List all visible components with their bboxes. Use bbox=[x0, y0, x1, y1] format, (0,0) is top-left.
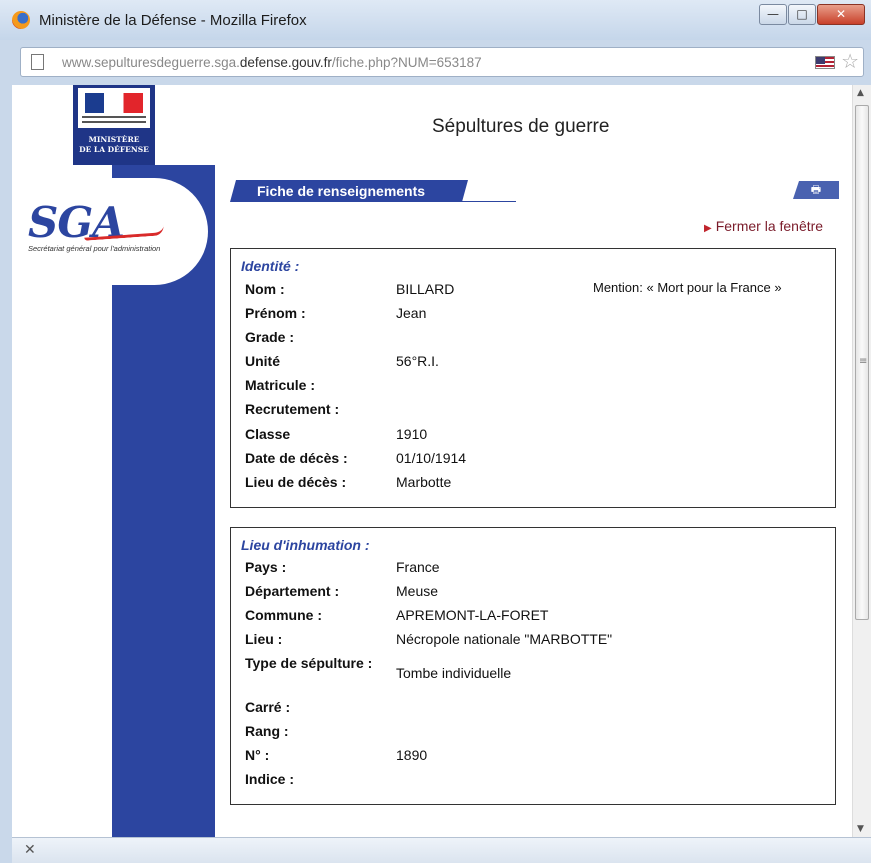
close-findbar-icon[interactable]: ✕ bbox=[24, 842, 36, 858]
ministere-logo: MINISTÈRE DE LA DÉFENSE bbox=[73, 85, 155, 165]
scroll-down-icon[interactable]: ▼ bbox=[857, 824, 864, 834]
us-flag-icon[interactable] bbox=[815, 56, 835, 69]
ministere-label-1: MINISTÈRE bbox=[88, 135, 140, 144]
window-controls: — □ ✕ bbox=[758, 4, 865, 25]
close-window-button[interactable]: ✕ bbox=[817, 4, 865, 25]
arrow-right-icon: ▶ bbox=[704, 223, 712, 234]
firefox-icon bbox=[12, 11, 30, 29]
print-button[interactable]: 🖶 bbox=[793, 181, 839, 199]
maximize-button[interactable]: □ bbox=[788, 4, 816, 25]
page-icon bbox=[31, 54, 44, 70]
url-host: defense.gouv.fr bbox=[239, 55, 332, 70]
sga-subtitle: Secrétariat général pour l'administratio… bbox=[28, 244, 161, 253]
identite-panel: Identité : Mention: « Mort pour la Franc… bbox=[230, 248, 836, 508]
scrollbar-thumb[interactable]: ≡ bbox=[855, 105, 869, 620]
url-prefix: www.sepulturesdeguerre.sga. bbox=[62, 55, 240, 70]
close-window-link[interactable]: ▶ Fermer la fenêtre bbox=[704, 218, 823, 234]
sga-panel: SGA Secrétariat général pour l'administr… bbox=[12, 178, 208, 285]
page-viewport: MINISTÈRE DE LA DÉFENSE SGA Secrétariat … bbox=[12, 85, 852, 837]
scroll-up-icon[interactable]: ▲ bbox=[857, 88, 864, 98]
grip-icon: ≡ bbox=[859, 356, 868, 367]
window-titlebar: Ministère de la Défense - Mozilla Firefo… bbox=[0, 0, 871, 40]
mention-text: Mention: « Mort pour la France » bbox=[593, 280, 782, 295]
status-bar: ✕ bbox=[12, 837, 871, 863]
fiche-underline bbox=[382, 201, 516, 202]
url-text[interactable]: www.sepulturesdeguerre.sga.defense.gouv.… bbox=[62, 55, 482, 70]
sga-logo: SGA bbox=[28, 198, 125, 247]
minimize-button[interactable]: — bbox=[759, 4, 787, 25]
printer-icon: 🖶 bbox=[810, 183, 822, 196]
close-window-label: Fermer la fenêtre bbox=[715, 218, 824, 234]
inhumation-title: Lieu d'inhumation : bbox=[241, 537, 370, 553]
inhumation-panel: Lieu d'inhumation : Pays : France Départe… bbox=[230, 527, 836, 805]
marianne-logo bbox=[78, 88, 150, 128]
bookmark-star-icon[interactable]: ☆ bbox=[841, 50, 859, 72]
vertical-scrollbar[interactable]: ▲ ≡ ▼ bbox=[852, 85, 871, 837]
window-title: Ministère de la Défense - Mozilla Firefo… bbox=[39, 12, 307, 29]
ministere-label-2: DE LA DÉFENSE bbox=[79, 145, 149, 154]
identite-title: Identité : bbox=[241, 258, 300, 274]
page-title: Sépultures de guerre bbox=[432, 116, 610, 137]
address-bar[interactable]: www.sepulturesdeguerre.sga.defense.gouv.… bbox=[20, 47, 864, 77]
fiche-tab-label: Fiche de renseignements bbox=[257, 183, 426, 199]
url-path: /fiche.php?NUM=653187 bbox=[331, 55, 482, 70]
